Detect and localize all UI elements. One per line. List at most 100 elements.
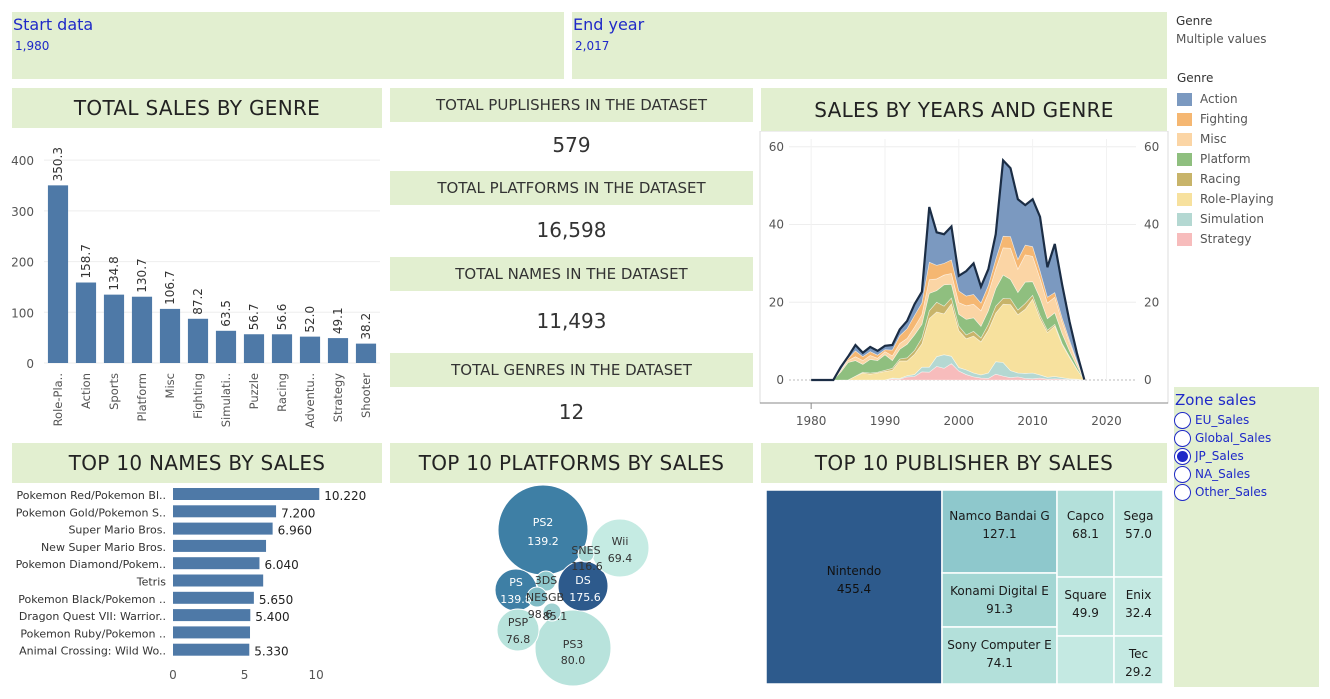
kpi-publishers-value: 579: [552, 133, 591, 157]
bar-dragon-quest-vii-warrior: [173, 609, 251, 622]
header-names: TOP 10 NAMES BY SALES: [12, 443, 382, 483]
x-tick-label: Puzzle: [247, 373, 261, 409]
y2-tick-label: 40: [1144, 218, 1159, 232]
legend-item-role-playing[interactable]: Role-Playing: [1177, 189, 1327, 209]
x-tick-label: 1990: [870, 414, 901, 428]
treemap-label: Sony Computer E: [947, 638, 1052, 652]
category-label: Animal Crossing: Wild Wo..: [19, 645, 166, 658]
x-tick-label: 10: [309, 668, 324, 682]
legend-swatch: [1177, 212, 1192, 226]
treemap-value: 91.3: [986, 602, 1013, 616]
legend-swatch: [1177, 132, 1192, 146]
treemap-value: 32.4: [1125, 606, 1152, 620]
legend-label: Strategy: [1200, 232, 1252, 246]
bar-platform: [131, 296, 153, 363]
data-label: 38.2: [359, 313, 373, 340]
zone-sales-panel: Zone sales EU_Sales Global_Sales JP_Sales N…: [1174, 387, 1319, 687]
start-year-title: Start data: [13, 15, 94, 34]
data-label: 56.6: [275, 304, 289, 331]
data-label: 134.8: [107, 256, 121, 290]
end-year-filter[interactable]: End year 2,017: [572, 12, 1167, 79]
radio-icon[interactable]: [1174, 465, 1191, 483]
category-label: Pokemon Diamond/Pokem..: [16, 558, 166, 571]
legend-label: Platform: [1200, 152, 1251, 166]
legend-item-fighting[interactable]: Fighting: [1177, 109, 1327, 129]
bar-super-mario-bros: [173, 522, 273, 535]
legend-item-platform[interactable]: Platform: [1177, 149, 1327, 169]
treemap-label: Konami Digital E: [950, 584, 1049, 598]
data-label: 63.5: [219, 300, 233, 327]
y-tick-label: 200: [11, 256, 34, 270]
kpi-platforms-value: 16,598: [536, 218, 607, 242]
radio-icon[interactable]: [1174, 483, 1191, 501]
zone-option-na-sales[interactable]: NA_Sales: [1174, 465, 1319, 483]
treemap-value: 57.0: [1125, 527, 1152, 541]
zone-option-global-sales[interactable]: Global_Sales: [1174, 429, 1319, 447]
legend-item-simulation[interactable]: Simulation: [1177, 209, 1327, 229]
category-label: Pokemon Black/Pokemon ..: [18, 593, 166, 606]
end-year-title: End year: [573, 15, 645, 34]
legend-item-racing[interactable]: Racing: [1177, 169, 1327, 189]
legend-swatch: [1177, 192, 1192, 206]
bar-puzzle: [243, 334, 265, 363]
zone-option-jp-sales[interactable]: JP_Sales: [1174, 447, 1319, 465]
radio-icon[interactable]: [1174, 411, 1191, 429]
bubble-label: SNES: [571, 544, 600, 557]
y2-tick-label: 60: [1144, 140, 1159, 154]
radio-icon[interactable]: [1174, 447, 1191, 465]
legend-item-action[interactable]: Action: [1177, 89, 1327, 109]
x-tick-label: Adventu..: [303, 373, 317, 428]
category-label: Tetris: [136, 576, 167, 589]
legend-item-misc[interactable]: Misc: [1177, 129, 1327, 149]
kpi-platforms-label: TOTAL PLATFORMS IN THE DATASET: [390, 171, 753, 205]
legend-swatch: [1177, 152, 1192, 166]
bubble-label: DS: [575, 574, 590, 587]
bubble-label: Wii: [612, 535, 629, 548]
y2-tick-label: 0: [1144, 373, 1152, 387]
genre-filter-value[interactable]: Multiple values: [1176, 32, 1326, 46]
data-label: 87.2: [191, 288, 205, 315]
bubble-value: 80.0: [561, 654, 586, 667]
treemap-label: Square: [1064, 588, 1106, 602]
x-tick-label: 2010: [1017, 414, 1048, 428]
zone-option-eu-sales[interactable]: EU_Sales: [1174, 411, 1319, 429]
bubble-value: 69.4: [608, 552, 633, 565]
y-tick-label: 300: [11, 205, 34, 219]
category-label: Dragon Quest VII: Warrior..: [19, 610, 166, 623]
kpi-names-label: TOTAL NAMES IN THE DATASET: [390, 257, 753, 291]
legend-item-strategy[interactable]: Strategy: [1177, 229, 1327, 249]
y-tick-label: 20: [769, 295, 784, 309]
y-tick-label: 40: [769, 218, 784, 232]
y-tick-label: 400: [11, 154, 34, 168]
treemap-value: 74.1: [986, 656, 1013, 670]
bar-pokemon-black-pokemon: [173, 591, 254, 604]
bubble-value: 139.2: [527, 535, 559, 548]
data-label: 5.650: [259, 593, 293, 607]
header-platforms: TOP 10 PLATFORMS BY SALES: [390, 443, 753, 483]
treemap-value: 68.1: [1072, 527, 1099, 541]
genre-filter[interactable]: Genre Multiple values: [1176, 14, 1326, 46]
x-tick-label: 0: [169, 668, 177, 682]
x-tick-label: Misc: [163, 373, 177, 398]
kpi-names-value: 11,493: [536, 309, 607, 333]
y-tick-label: 60: [769, 140, 784, 154]
publisher-treemap: Nintendo 455.4 Namco Bandai G 127.1 Konami D…: [765, 489, 1164, 685]
x-tick-label: Strategy: [331, 373, 345, 422]
legend-swatch: [1177, 92, 1192, 106]
zone-option-other-sales[interactable]: Other_Sales: [1174, 483, 1319, 501]
category-label: Pokemon Gold/Pokemon S..: [16, 506, 166, 519]
bar-pokemon-diamond-pokem: [173, 557, 260, 570]
bubble-value: 98.6: [528, 608, 553, 621]
legend-label: Action: [1200, 92, 1238, 106]
zone-sales-title: Zone sales: [1175, 391, 1257, 409]
x-tick-label: 2020: [1091, 414, 1122, 428]
treemap-label: Namco Bandai G: [949, 509, 1049, 523]
bubble-label: NES: [526, 591, 548, 604]
treemap-value: 127.1: [982, 527, 1016, 541]
y-tick-label: 100: [11, 306, 34, 320]
radio-icon[interactable]: [1174, 429, 1191, 447]
start-year-filter[interactable]: Start data 1,980: [12, 12, 564, 79]
bar-racing: [271, 334, 293, 363]
legend-swatch: [1177, 232, 1192, 246]
legend-label: Role-Playing: [1200, 192, 1274, 206]
